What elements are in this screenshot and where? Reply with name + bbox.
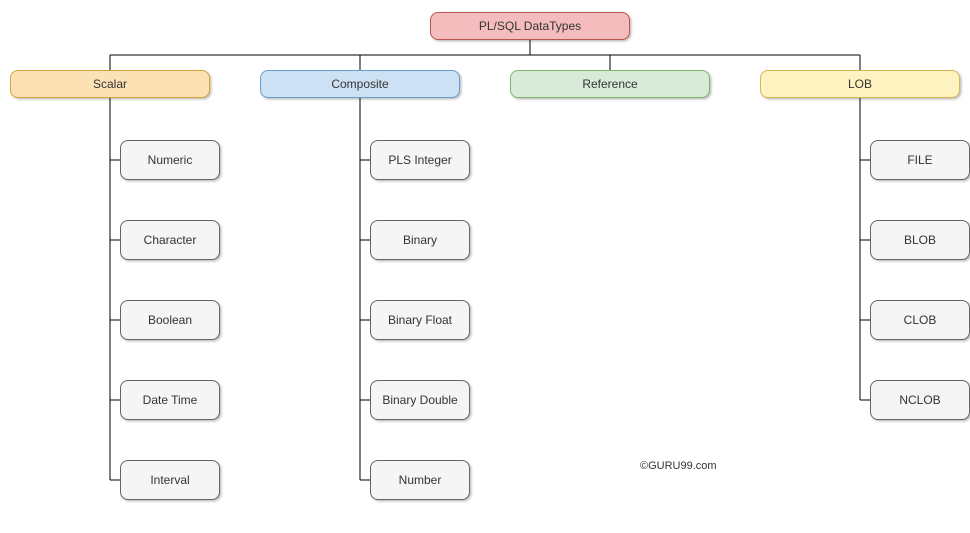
category-scalar: Scalar [10, 70, 210, 98]
category-reference: Reference [510, 70, 710, 98]
leaf-node: Date Time [120, 380, 220, 420]
root-node: PL/SQL DataTypes [430, 12, 630, 40]
leaf-node: Boolean [120, 300, 220, 340]
category-label: Reference [582, 77, 637, 91]
leaf-label: Date Time [143, 393, 198, 407]
leaf-label: Interval [150, 473, 189, 487]
leaf-label: FILE [907, 153, 932, 167]
leaf-node: Character [120, 220, 220, 260]
leaf-node: FILE [870, 140, 970, 180]
category-label: Scalar [93, 77, 127, 91]
leaf-label: Numeric [148, 153, 193, 167]
leaf-node: BLOB [870, 220, 970, 260]
leaf-label: Character [144, 233, 197, 247]
leaf-label: CLOB [904, 313, 937, 327]
leaf-label: PLS Integer [388, 153, 451, 167]
leaf-node: Binary Float [370, 300, 470, 340]
watermark-text: ©GURU99.com [640, 460, 717, 472]
category-label: Composite [331, 77, 388, 91]
leaf-label: NCLOB [899, 393, 940, 407]
leaf-label: Number [399, 473, 442, 487]
leaf-label: Binary Float [388, 313, 452, 327]
leaf-node: NCLOB [870, 380, 970, 420]
leaf-label: Boolean [148, 313, 192, 327]
leaf-node: PLS Integer [370, 140, 470, 180]
leaf-node: Binary [370, 220, 470, 260]
root-label: PL/SQL DataTypes [479, 19, 581, 33]
leaf-node: Numeric [120, 140, 220, 180]
leaf-node: Interval [120, 460, 220, 500]
leaf-node: CLOB [870, 300, 970, 340]
diagram-canvas: PL/SQL DataTypes Scalar Composite Refere… [0, 0, 970, 533]
category-composite: Composite [260, 70, 460, 98]
leaf-label: Binary Double [382, 393, 457, 407]
leaf-node: Binary Double [370, 380, 470, 420]
category-label: LOB [848, 77, 872, 91]
leaf-label: BLOB [904, 233, 936, 247]
leaf-node: Number [370, 460, 470, 500]
category-lob: LOB [760, 70, 960, 98]
leaf-label: Binary [403, 233, 437, 247]
